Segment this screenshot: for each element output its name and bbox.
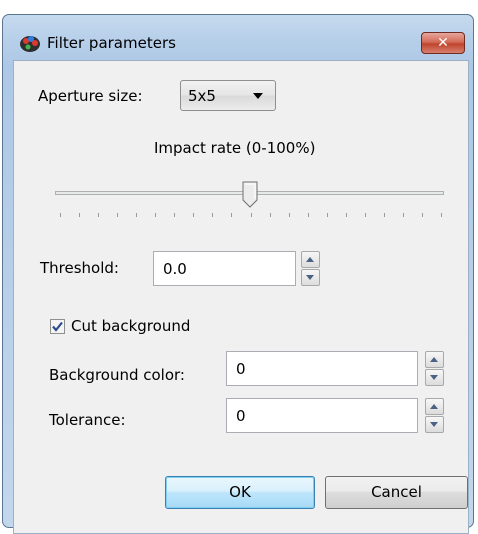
slider-tick [117, 213, 118, 217]
slider-tick [231, 213, 232, 217]
impact-rate-slider-thumb[interactable] [242, 181, 258, 208]
slider-tick [251, 213, 252, 217]
slider-tick [212, 213, 213, 217]
slider-tick [441, 213, 442, 217]
arrow-down-icon [306, 275, 314, 280]
slider-tick [422, 213, 423, 217]
arrow-up-icon [306, 257, 314, 262]
slider-tick [174, 213, 175, 217]
arrow-up-icon [430, 404, 438, 409]
cancel-button[interactable]: Cancel [325, 476, 468, 509]
threshold-label: Threshold: [40, 259, 119, 277]
slider-tick [327, 213, 328, 217]
aperture-size-value: 5x5 [188, 87, 216, 105]
cut-background-checkbox[interactable] [50, 319, 65, 334]
impact-rate-label: Impact rate (0-100%) [154, 139, 316, 157]
impact-rate-ticks [60, 213, 442, 219]
dialog-client-area [13, 60, 469, 534]
close-button[interactable]: ✕ [421, 32, 465, 54]
arrow-up-icon [430, 357, 438, 362]
background-color-increment-button[interactable] [425, 351, 444, 368]
tolerance-value: 0 [236, 407, 246, 425]
slider-tick [60, 213, 61, 217]
background-color-spinner[interactable] [425, 351, 444, 386]
slider-tick [193, 213, 194, 217]
palette-icon [20, 36, 40, 52]
slider-tick [365, 213, 366, 217]
slider-tick [346, 213, 347, 217]
threshold-value: 0.0 [163, 260, 187, 278]
tolerance-input[interactable]: 0 [226, 398, 418, 433]
background-color-value: 0 [236, 360, 246, 378]
aperture-size-label: Aperture size: [38, 87, 143, 105]
cut-background-label: Cut background [71, 317, 191, 335]
slider-tick [155, 213, 156, 217]
threshold-decrement-button[interactable] [301, 269, 320, 286]
close-icon: ✕ [437, 35, 449, 51]
threshold-increment-button[interactable] [301, 251, 320, 268]
background-color-label: Background color: [49, 366, 185, 384]
aperture-size-select[interactable]: 5x5 [180, 80, 276, 111]
tolerance-spinner[interactable] [425, 398, 444, 433]
slider-tick [289, 213, 290, 217]
slider-tick [308, 213, 309, 217]
slider-tick [98, 213, 99, 217]
checkmark-icon [52, 321, 63, 332]
background-color-decrement-button[interactable] [425, 369, 444, 386]
ok-button[interactable]: OK [165, 476, 315, 509]
tolerance-decrement-button[interactable] [425, 416, 444, 433]
slider-tick [79, 213, 80, 217]
chevron-down-icon [253, 93, 263, 99]
tolerance-increment-button[interactable] [425, 398, 444, 415]
slider-tick [136, 213, 137, 217]
arrow-down-icon [430, 422, 438, 427]
slider-tick [270, 213, 271, 217]
slider-tick [403, 213, 404, 217]
background-color-input[interactable]: 0 [226, 351, 418, 386]
slider-tick [384, 213, 385, 217]
tolerance-label: Tolerance: [49, 411, 126, 429]
dialog-title: Filter parameters [47, 34, 176, 52]
arrow-down-icon [430, 375, 438, 380]
threshold-input[interactable]: 0.0 [153, 251, 296, 286]
threshold-spinner[interactable] [301, 251, 320, 286]
